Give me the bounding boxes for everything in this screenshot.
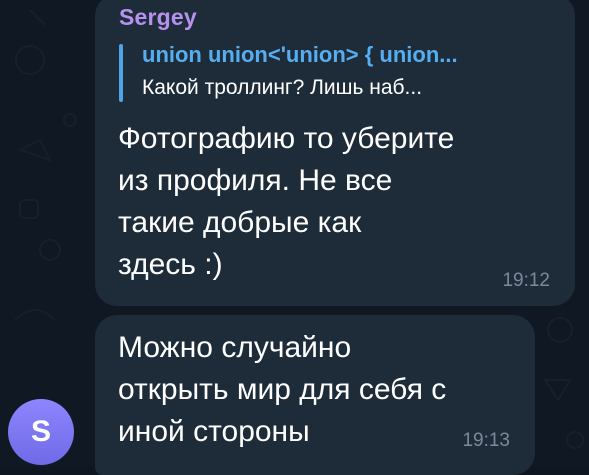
message-line: Можно случайно [118,331,352,364]
message-bubble-followup[interactable]: Можно случайно открыть мир для себя с ин… [95,315,535,475]
message-line: Фотографию то уберите [118,122,455,155]
message-text: Можно случайно открыть мир для себя с ин… [118,327,446,453]
sender-name[interactable]: Sergey [119,4,197,31]
message-bubble-sergey[interactable]: Sergey union union<'union> { union... Ка… [95,0,575,306]
reply-quote[interactable]: union union<'union> { union... Какой тро… [119,42,559,106]
message-line: такие добрые как [118,206,362,239]
message-timestamp: 19:12 [502,270,550,291]
reply-author: union union<'union> { union... [142,42,458,67]
message-text: Фотографию то уберите из профиля. Не все… [118,118,454,286]
message-line: из профиля. Не все [118,164,393,197]
message-line: открыть мир для себя с [118,373,447,406]
reply-text: Какой троллинг? Лишь наб... [142,76,423,99]
message-timestamp: 19:13 [462,430,510,451]
avatar[interactable]: S [8,399,74,465]
reply-accent-bar [119,44,123,102]
message-line: здесь :) [118,248,223,281]
avatar-initial: S [30,415,51,448]
message-line: иной стороны [118,415,310,448]
